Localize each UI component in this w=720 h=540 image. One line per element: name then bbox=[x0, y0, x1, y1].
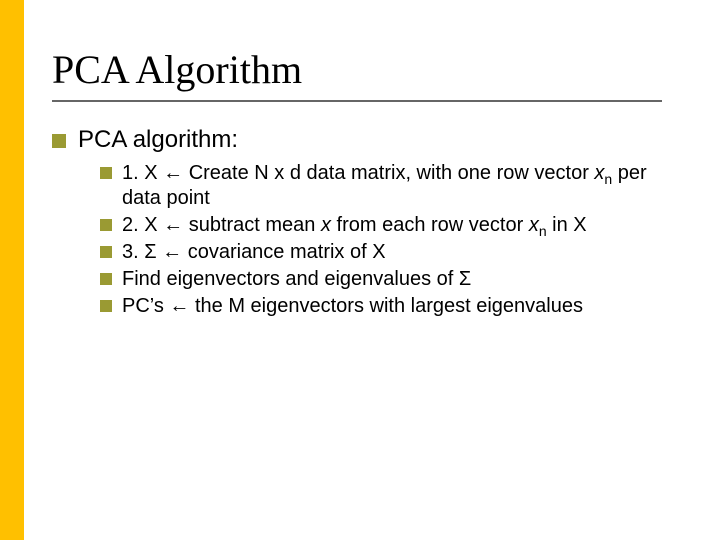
var-x-mean: x bbox=[321, 214, 331, 236]
item-text: subtract mean bbox=[183, 214, 321, 236]
arrow-left-icon: ← bbox=[163, 214, 183, 236]
square-bullet-icon bbox=[100, 167, 112, 179]
list-item: 1. X ← Create N x d data matrix, with on… bbox=[100, 161, 672, 211]
square-bullet-icon bbox=[100, 219, 112, 231]
title-underline bbox=[52, 100, 662, 102]
list-item: 3. Σ ← covariance matrix of X bbox=[100, 240, 672, 265]
arrow-left-icon: ← bbox=[163, 162, 183, 184]
list-item: Find eigenvectors and eigenvalues of Σ bbox=[100, 267, 672, 292]
item-prefix: 2. X bbox=[122, 214, 163, 236]
item-prefix: PC’s bbox=[122, 295, 169, 317]
level1-text: PCA algorithm: bbox=[78, 126, 238, 153]
accent-bar bbox=[0, 0, 24, 540]
var-x: x bbox=[529, 214, 539, 236]
level2-list: 1. X ← Create N x d data matrix, with on… bbox=[100, 161, 672, 319]
bullet-level1: PCA algorithm: 1. X ← Create N x d data … bbox=[52, 126, 672, 319]
item-text: covariance matrix of X bbox=[182, 241, 385, 263]
square-bullet-icon bbox=[100, 246, 112, 258]
item-text: Find eigenvectors and eigenvalues of Σ bbox=[122, 268, 471, 290]
slide: PCA Algorithm PCA algorithm: 1. X ← Crea… bbox=[0, 0, 720, 540]
item-tail: in X bbox=[547, 214, 587, 236]
list-item: 2. X ← subtract mean x from each row vec… bbox=[100, 213, 672, 238]
square-bullet-icon bbox=[52, 134, 66, 148]
square-bullet-icon bbox=[100, 273, 112, 285]
arrow-left-icon: ← bbox=[162, 241, 182, 263]
list-item: PC’s ← the M eigenvectors with largest e… bbox=[100, 294, 672, 319]
var-x: x bbox=[594, 162, 604, 184]
content-area: PCA algorithm: 1. X ← Create N x d data … bbox=[52, 126, 672, 325]
item-prefix: 3. Σ bbox=[122, 241, 162, 263]
item-text: the M eigenvectors with largest eigenval… bbox=[189, 295, 583, 317]
square-bullet-icon bbox=[100, 300, 112, 312]
item-prefix: 1. X bbox=[122, 162, 163, 184]
item-mid: from each row vector bbox=[331, 214, 529, 236]
subscript-n: n bbox=[539, 223, 547, 239]
slide-title: PCA Algorithm bbox=[52, 46, 302, 93]
arrow-left-icon: ← bbox=[169, 295, 189, 317]
item-text: Create N x d data matrix, with one row v… bbox=[183, 162, 594, 184]
